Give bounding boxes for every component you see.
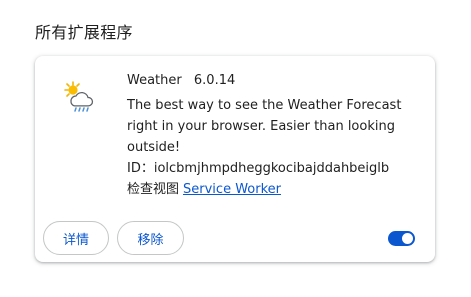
section-title: 所有扩展程序 [35, 23, 133, 42]
extension-id: ID：iolcbmjhmpdheggkocibajddahbeiglb [127, 159, 389, 179]
extension-name: Weather [127, 73, 182, 88]
extension-id-label: ID： [127, 161, 154, 176]
service-worker-link[interactable]: Service Worker [183, 182, 281, 197]
extension-header: Weather 6.0.14 [127, 73, 235, 88]
toggle-knob [402, 233, 413, 244]
inspect-views: 检查视图 Service Worker [127, 180, 281, 200]
inspect-views-label: 检查视图 [127, 182, 180, 197]
extension-description: The best way to see the Weather Forecast… [127, 98, 402, 155]
extension-id-value: iolcbmjhmpdheggkocibajddahbeiglb [153, 161, 390, 176]
extension-card: Weather 6.0.14 The best way to see the W… [35, 56, 435, 262]
extension-version: 6.0.14 [193, 73, 236, 88]
extension-enable-toggle[interactable] [388, 231, 415, 246]
extensions-page: 所有扩展程序 Weather 6.0.14 The best way to se… [0, 0, 471, 297]
details-button[interactable]: 详情 [43, 221, 109, 255]
weather-icon [64, 81, 94, 112]
remove-button[interactable]: 移除 [117, 221, 184, 255]
